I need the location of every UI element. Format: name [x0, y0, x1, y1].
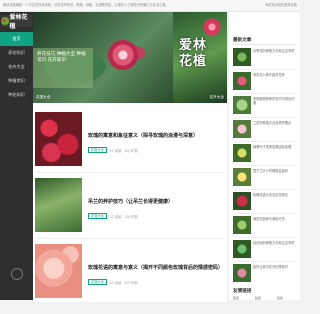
flower-image — [108, 40, 138, 70]
latest-thumbnail[interactable] — [233, 192, 251, 210]
friend-link[interactable]: 链接 — [277, 296, 297, 314]
article-thumbnail[interactable] — [35, 244, 82, 298]
latest-thumbnail[interactable] — [233, 48, 251, 66]
latest-thumbnail[interactable] — [233, 168, 251, 186]
latest-item[interactable]: 如何让家中花卉四季常开 — [233, 262, 297, 286]
category-tag[interactable]: 花语大全 — [88, 213, 107, 219]
category-tag[interactable]: 花语大全 — [88, 147, 107, 153]
latest-thumbnail[interactable] — [233, 72, 251, 90]
latest-thumbnail[interactable] — [233, 240, 251, 258]
latest-thumbnail[interactable] — [233, 96, 251, 114]
latest-item[interactable]: 多肉植物的养护技巧与常见问题 — [233, 94, 297, 118]
article-title[interactable]: 玫瑰花语的寓意与意义（揭开不同颜色玫瑰背后的情感密码） — [88, 265, 228, 272]
latest-item[interactable]: 月季花的养殖方法和注意事项 — [233, 46, 297, 70]
friend-link[interactable]: 链接 — [233, 296, 253, 314]
latest-item[interactable]: 君子兰什么时候换盆最好 — [233, 166, 297, 190]
hero-overlay-text: 养花技巧 种植大全 种植常识 花卉知识 — [37, 52, 86, 63]
latest-thumbnail[interactable] — [233, 144, 251, 162]
friend-link[interactable]: 链接 — [255, 296, 275, 314]
article-title[interactable]: 吊兰的养护技巧（让吊兰长得更健康） — [88, 199, 228, 206]
article-views: 12 阅读 — [109, 280, 122, 285]
flower-logo-icon — [1, 17, 9, 25]
article-meta: 花语大全 12 阅读 12小时前 — [88, 147, 138, 153]
article-time: 12小时前 — [124, 148, 138, 153]
latest-item[interactable]: 茶花怎么养才能开花多 — [233, 70, 297, 94]
article-item[interactable]: 玫瑰的寓意和象征意义（探寻玫瑰的浪漫与深意） 花语大全 12 阅读 12小时前 — [35, 108, 227, 170]
promo-text: 爱林 花植 — [179, 38, 207, 70]
divider — [35, 172, 225, 173]
latest-item-text[interactable]: 玫瑰花语大全及送花寓意 — [253, 193, 297, 197]
promo-banner[interactable]: 爱林 花植 花卉大全 — [173, 12, 227, 103]
latest-item[interactable]: 菊花的品种与栽培方法 — [233, 214, 297, 238]
article-item[interactable]: 吊兰的养护技巧（让吊兰长得更健康） 花语大全 12 阅读 12小时前 — [35, 174, 227, 236]
nav-item-home[interactable]: 首页 — [0, 32, 33, 46]
article-time: 12小时前 — [124, 214, 138, 219]
top-bar: 爱林花植网是一个中文花卉资讯网，分享花卉知识、养殖、种植、花语等内容，让更多人了… — [0, 0, 300, 12]
friend-links-title: 友情链接 — [233, 289, 252, 294]
promo-caption[interactable]: 花卉大全 — [210, 95, 224, 100]
article-time: 12小时前 — [124, 280, 138, 285]
latest-item-text[interactable]: 兰花的种植方法及养护要点 — [253, 121, 297, 125]
divider — [233, 44, 296, 45]
sidebar: 爱林花植 首页 养花知识 花卉大全 种植常识 种花知识 — [0, 12, 33, 300]
latest-item[interactable]: 兰花的种植方法及养护要点 — [233, 118, 297, 142]
hero-caption[interactable]: 花语大全 — [36, 95, 50, 100]
latest-item[interactable]: 绿萝叶子发黄的原因及处理 — [233, 142, 297, 166]
right-sidebar: 最新文章 月季花的养殖方法和注意事项 茶花怎么养才能开花多 多肉植物的养护技巧与… — [229, 12, 300, 300]
article-item[interactable]: 玫瑰花语的寓意与意义（揭开不同颜色玫瑰背后的情感密码） 花语大全 12 阅读 1… — [35, 240, 227, 302]
latest-thumbnail[interactable] — [233, 264, 251, 282]
logo-text: 爱林花植 — [9, 14, 28, 30]
latest-item[interactable]: 桂花树的养殖方法和注意事项 — [233, 238, 297, 262]
promo-line-2: 花植 — [179, 54, 208, 69]
latest-articles-title: 最新文章 — [233, 38, 252, 43]
latest-thumbnail[interactable] — [233, 216, 251, 234]
promo-line-1: 爱林 — [179, 38, 208, 53]
latest-item-text[interactable]: 桂花树的养殖方法和注意事项 — [253, 241, 297, 245]
nav-item-planting-basics[interactable]: 种植常识 — [0, 74, 33, 88]
flower-image — [203, 18, 221, 36]
category-tag[interactable]: 花语大全 — [88, 279, 107, 285]
site-logo[interactable]: 爱林花植 — [1, 14, 32, 30]
main-nav: 首页 养花知识 花卉大全 种植常识 种花知识 — [0, 32, 33, 102]
article-meta: 花语大全 12 阅读 12小时前 — [88, 279, 138, 285]
latest-item-text[interactable]: 茶花怎么养才能开花多 — [253, 73, 297, 77]
latest-item[interactable]: 玫瑰花语大全及送花寓意 — [233, 190, 297, 214]
friend-links: 链接 链接 链接 — [233, 296, 297, 314]
article-title[interactable]: 玫瑰的寓意和象征意义（探寻玫瑰的浪漫与深意） — [88, 133, 228, 140]
latest-item-text[interactable]: 月季花的养殖方法和注意事项 — [253, 49, 297, 53]
latest-item-text[interactable]: 绿萝叶子发黄的原因及处理 — [253, 145, 297, 149]
article-thumbnail[interactable] — [35, 178, 82, 232]
nav-item-flower-encyclopedia[interactable]: 花卉大全 — [0, 60, 33, 74]
nav-item-flower-knowledge[interactable]: 养花知识 — [0, 46, 33, 60]
latest-item-text[interactable]: 君子兰什么时候换盆最好 — [253, 169, 297, 173]
top-right-text: 养花知识就在爱林花植 — [265, 3, 297, 7]
article-views: 12 阅读 — [109, 148, 122, 153]
nav-item-growing-knowledge[interactable]: 种花知识 — [0, 88, 33, 102]
latest-item-text[interactable]: 多肉植物的养护技巧与常见问题 — [253, 97, 297, 106]
divider — [35, 238, 225, 239]
site-description: 爱林花植网是一个中文花卉资讯网，分享花卉知识、养殖、种植、花语等内容，让更多人了… — [3, 3, 169, 7]
article-thumbnail[interactable] — [35, 112, 82, 166]
latest-thumbnail[interactable] — [233, 120, 251, 138]
latest-item-text[interactable]: 菊花的品种与栽培方法 — [253, 217, 297, 221]
hero-slider[interactable]: 养花技巧 种植大全 种植常识 花卉知识 花语大全 — [33, 12, 173, 103]
sidebar-footer — [0, 259, 33, 289]
latest-item-text[interactable]: 如何让家中花卉四季常开 — [253, 265, 297, 269]
circle-icon — [10, 268, 23, 280]
article-meta: 花语大全 12 阅读 12小时前 — [88, 213, 138, 219]
article-views: 12 阅读 — [109, 214, 122, 219]
